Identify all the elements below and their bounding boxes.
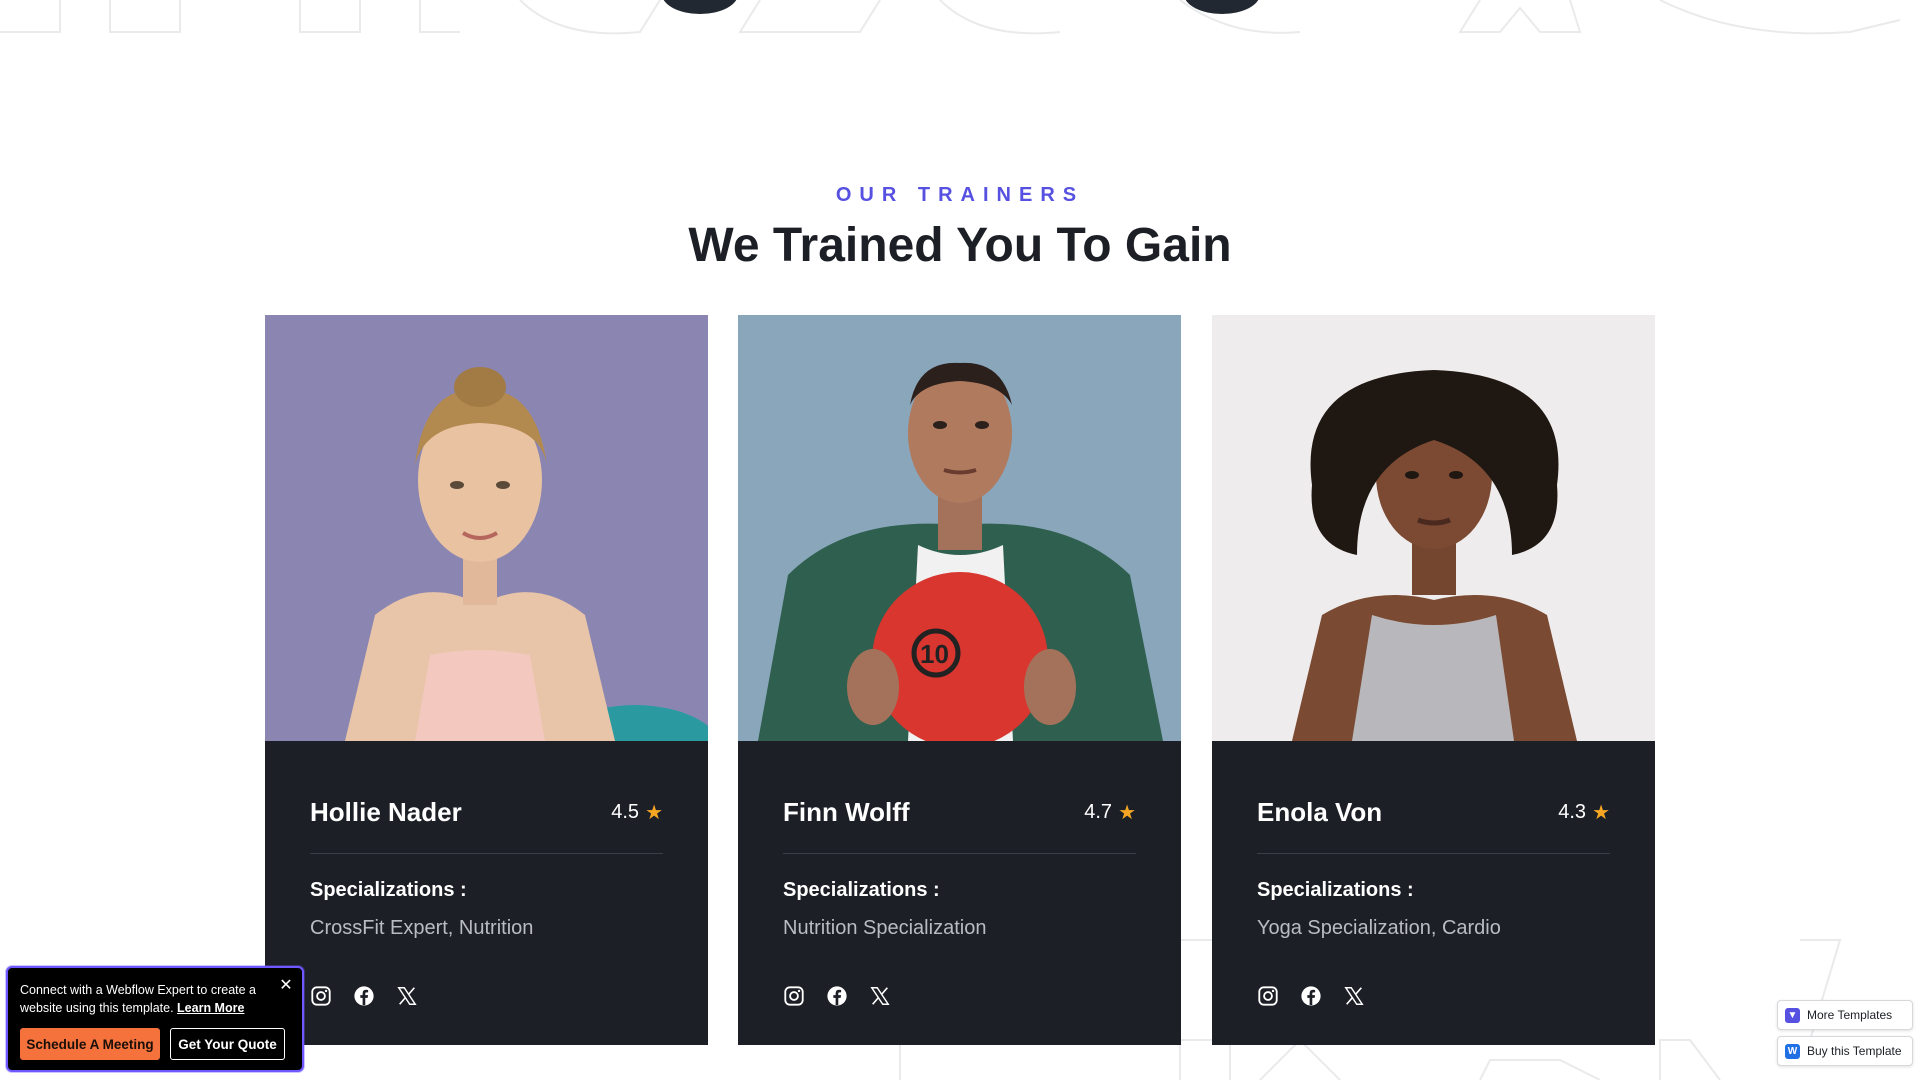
trainer-name: Hollie Nader [310, 797, 462, 827]
more-templates-button[interactable]: ▼ More Templates [1777, 1000, 1913, 1030]
close-icon[interactable]: ✕ [278, 978, 294, 994]
specializations-label: Specializations : [310, 879, 467, 901]
trainer-card[interactable]: 10 Finn Wolff 4.7 ★ Specializations : Nu… [738, 315, 1181, 1045]
star-icon: ★ [1118, 801, 1136, 824]
divider [1257, 853, 1610, 854]
instagram-icon[interactable] [1257, 985, 1279, 1007]
schedule-meeting-button[interactable]: Schedule A Meeting [20, 1028, 160, 1060]
trainer-photo: 10 [738, 315, 1181, 741]
specializations-value: CrossFit Expert, Nutrition [310, 917, 534, 939]
trainer-rating: 4.3 ★ [1558, 801, 1610, 824]
promo-text: Connect with a Webflow Expert to create … [20, 981, 270, 1017]
svg-text:10: 10 [920, 639, 949, 669]
rating-value: 4.3 [1558, 801, 1587, 823]
specializations-value: Nutrition Specialization [783, 917, 987, 939]
x-twitter-icon[interactable] [396, 985, 418, 1007]
more-templates-label: More Templates [1807, 1008, 1893, 1022]
star-icon: ★ [645, 801, 663, 824]
specializations-label: Specializations : [783, 879, 940, 901]
x-twitter-icon[interactable] [869, 985, 891, 1007]
social-links [1257, 985, 1365, 1007]
instagram-icon[interactable] [310, 985, 332, 1007]
learn-more-link[interactable]: Learn More [177, 1001, 244, 1015]
section-eyebrow: OUR TRAINERS [835, 184, 1085, 206]
trainer-photo [1212, 315, 1655, 741]
trainer-rating: 4.7 ★ [1084, 801, 1136, 824]
rating-value: 4.5 [611, 801, 640, 823]
facebook-icon[interactable] [1300, 985, 1322, 1007]
facebook-icon[interactable] [353, 985, 375, 1007]
trainer-card[interactable]: Enola Von 4.3 ★ Specializations : Yoga S… [1212, 315, 1655, 1045]
trainer-rating: 4.5 ★ [611, 801, 663, 824]
buy-template-button[interactable]: W Buy this Template [1777, 1036, 1913, 1066]
instagram-icon[interactable] [783, 985, 805, 1007]
star-icon: ★ [1592, 801, 1610, 824]
section-heading: We Trained You To Gain [688, 219, 1232, 272]
webflow-expert-popup: Connect with a Webflow Expert to create … [6, 966, 304, 1072]
specializations-label: Specializations : [1257, 879, 1414, 901]
divider [783, 853, 1136, 854]
divider [310, 853, 663, 854]
trainer-card[interactable]: Hollie Nader 4.5 ★ Specializations : Cro… [265, 315, 708, 1045]
trainer-name: Enola Von [1257, 797, 1383, 827]
trainer-photo [265, 315, 708, 741]
buy-template-label: Buy this Template [1807, 1044, 1902, 1058]
rating-value: 4.7 [1084, 801, 1113, 823]
get-quote-button[interactable]: Get Your Quote [170, 1028, 285, 1060]
webflow-icon: ▼ [1785, 1007, 1800, 1023]
x-twitter-icon[interactable] [1343, 985, 1365, 1007]
social-links [783, 985, 891, 1007]
specializations-value: Yoga Specialization, Cardio [1257, 917, 1501, 939]
facebook-icon[interactable] [826, 985, 848, 1007]
social-links [310, 985, 418, 1007]
webflow-icon: W [1785, 1043, 1800, 1059]
trainer-name: Finn Wolff [783, 797, 910, 827]
